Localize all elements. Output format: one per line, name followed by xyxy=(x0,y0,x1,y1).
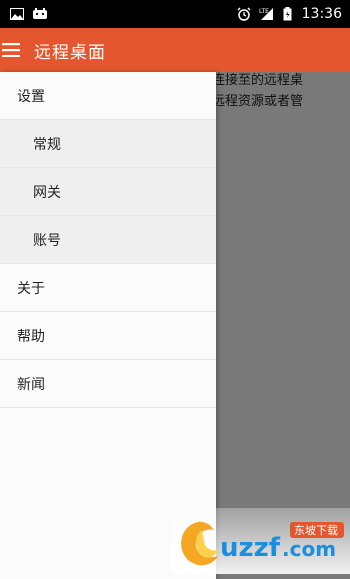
app-bar: 远程桌面 xyxy=(0,28,350,72)
drawer-scrim[interactable] xyxy=(216,72,350,579)
drawer-item-label: 设置 xyxy=(17,88,45,105)
drawer-item-label: 帮助 xyxy=(17,328,45,345)
drawer-item-label: 账号 xyxy=(33,232,61,249)
drawer-item-label: 常规 xyxy=(33,136,61,153)
status-time: 13:36 xyxy=(301,6,342,22)
drawer-item-general[interactable]: 常规 xyxy=(0,120,216,168)
svg-text:东坡下载: 东坡下载 xyxy=(294,524,338,537)
status-right: LTE 13:36 xyxy=(237,6,342,22)
app-title: 远程桌面 xyxy=(34,42,106,63)
svg-text:.com: .com xyxy=(282,537,336,561)
svg-text:uzzf: uzzf xyxy=(220,533,281,563)
drawer-item-news[interactable]: 新闻 xyxy=(0,360,216,408)
drawer-item-about[interactable]: 关于 xyxy=(0,264,216,312)
status-left xyxy=(10,8,48,20)
drawer-item-account[interactable]: 账号 xyxy=(0,216,216,264)
drawer-item-label: 新闻 xyxy=(17,376,45,393)
drawer-item-help[interactable]: 帮助 xyxy=(0,312,216,360)
drawer-item-label: 关于 xyxy=(17,280,45,297)
status-bar: LTE 13:36 xyxy=(0,0,350,28)
drawer-item-gateway[interactable]: 网关 xyxy=(0,168,216,216)
battery-icon xyxy=(283,7,292,21)
svg-text:LTE: LTE xyxy=(259,8,269,15)
image-icon xyxy=(10,8,24,20)
signal-icon: LTE xyxy=(259,7,275,21)
drawer-item-label: 网关 xyxy=(33,184,61,201)
android-icon xyxy=(32,8,48,20)
uzzf-watermark-logo: uzzf .com 东坡下载 xyxy=(170,508,350,574)
navigation-drawer: 设置 常规 网关 账号 关于 帮助 新闻 xyxy=(0,72,216,579)
drawer-item-settings[interactable]: 设置 xyxy=(0,72,216,120)
alarm-icon xyxy=(237,7,251,21)
hamburger-menu-icon[interactable] xyxy=(0,28,24,72)
